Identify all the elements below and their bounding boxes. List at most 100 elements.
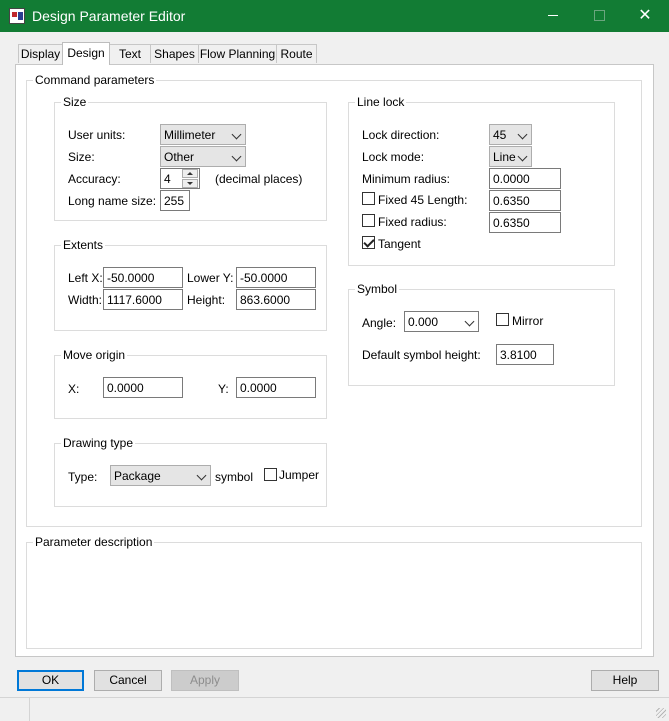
long-name-size-field[interactable]: 255: [160, 190, 190, 211]
design-parameter-editor-window: Design Parameter Editor ✕ Display Design…: [0, 0, 669, 721]
fixed-45-length-checkbox[interactable]: [362, 192, 375, 205]
default-symbol-height-value: 3.8100: [500, 348, 537, 362]
spin-down-icon[interactable]: [182, 179, 198, 188]
status-bar-divider: [29, 698, 30, 721]
minimum-radius-label: Minimum radius:: [362, 172, 451, 186]
ok-button[interactable]: OK: [17, 670, 84, 691]
drawing-type-value: Package: [114, 469, 161, 483]
lock-mode-label: Lock mode:: [362, 150, 425, 164]
width-field[interactable]: 1117.6000: [103, 289, 183, 310]
lock-mode-dropdown[interactable]: Line: [489, 146, 532, 167]
tab-flow-planning[interactable]: Flow Planning: [198, 44, 277, 63]
fixed-45-length-value: 0.6350: [493, 194, 530, 208]
extents-group: Extents Left X: -50.0000 Lower Y: -50.00…: [54, 238, 327, 331]
drawing-type-group-label: Drawing type: [61, 436, 136, 450]
resize-grip-icon[interactable]: [656, 708, 666, 718]
jumper-label: Jumper: [279, 468, 320, 482]
accuracy-stepper[interactable]: 4: [160, 168, 200, 189]
size-value: Other: [164, 150, 195, 164]
size-group: Size User units: Millimeter Size: Other …: [54, 95, 327, 221]
fixed-45-length-field[interactable]: 0.6350: [489, 190, 561, 211]
tab-route[interactable]: Route: [276, 44, 317, 63]
tab-text[interactable]: Text: [109, 44, 151, 63]
chevron-down-icon: [196, 470, 207, 481]
title-bar[interactable]: Design Parameter Editor ✕: [0, 0, 669, 32]
accuracy-label: Accuracy:: [68, 172, 121, 186]
mirror-checkbox[interactable]: [496, 313, 509, 326]
jumper-checkbox[interactable]: [264, 468, 277, 481]
parameter-description-group: Parameter description: [26, 535, 642, 649]
accuracy-hint: (decimal places): [215, 172, 303, 186]
tab-design[interactable]: Design: [62, 42, 110, 65]
spin-up-icon[interactable]: [182, 169, 198, 178]
angle-dropdown[interactable]: 0.000: [404, 311, 479, 332]
chevron-down-icon: [464, 316, 475, 327]
default-symbol-height-field[interactable]: 3.8100: [496, 344, 554, 365]
tangent-label: Tangent: [378, 237, 421, 251]
chevron-down-icon: [231, 151, 242, 162]
command-parameters-group: Command parameters Size User units: Mill…: [26, 73, 642, 527]
origin-y-label: Y:: [218, 382, 229, 396]
accuracy-spin-buttons[interactable]: [182, 169, 198, 188]
drawing-type-dropdown[interactable]: Package: [110, 465, 211, 486]
lower-y-label: Lower Y:: [187, 271, 234, 285]
origin-x-field[interactable]: 0.0000: [103, 377, 183, 398]
lock-mode-value: Line: [493, 150, 516, 164]
size-dropdown[interactable]: Other: [160, 146, 246, 167]
command-parameters-label: Command parameters: [33, 73, 157, 87]
symbol-suffix-label: symbol: [215, 470, 254, 484]
fixed-radius-label: Fixed radius:: [378, 215, 447, 229]
help-button[interactable]: Help: [591, 670, 659, 691]
move-origin-group-label: Move origin: [61, 348, 128, 362]
lock-direction-label: Lock direction:: [362, 128, 440, 142]
status-bar: [0, 697, 669, 721]
line-lock-group-label: Line lock: [355, 95, 407, 109]
width-label: Width:: [68, 293, 103, 307]
lower-y-value: -50.0000: [240, 271, 288, 285]
height-field[interactable]: 863.6000: [236, 289, 316, 310]
left-x-field[interactable]: -50.0000: [103, 267, 183, 288]
symbol-group-label: Symbol: [355, 282, 400, 296]
default-symbol-height-label: Default symbol height:: [362, 348, 481, 362]
minimum-radius-value: 0.0000: [493, 172, 530, 186]
mirror-label: Mirror: [512, 314, 544, 328]
lock-direction-dropdown[interactable]: 45: [489, 124, 532, 145]
app-icon: [9, 8, 25, 24]
tangent-checkbox[interactable]: [362, 236, 375, 249]
fixed-45-length-label: Fixed 45 Length:: [378, 193, 468, 207]
chevron-down-icon: [231, 129, 242, 140]
lower-y-field[interactable]: -50.0000: [236, 267, 316, 288]
width-value: 1117.6000: [107, 293, 162, 307]
angle-label: Angle:: [362, 316, 397, 330]
size-group-label: Size: [61, 95, 89, 109]
chevron-down-icon: [517, 151, 528, 162]
close-button[interactable]: ✕: [622, 0, 668, 32]
user-units-label: User units:: [68, 128, 126, 142]
drawing-type-group: Drawing type Type: Package symbol Jumper: [54, 436, 327, 507]
minimize-icon: [548, 15, 558, 17]
tab-shapes[interactable]: Shapes: [150, 44, 199, 63]
origin-x-label: X:: [68, 382, 80, 396]
angle-value: 0.000: [408, 315, 439, 329]
long-name-size-label: Long name size:: [68, 194, 157, 208]
minimize-button[interactable]: [530, 0, 576, 32]
maximize-button: [576, 0, 622, 32]
tab-display[interactable]: Display: [18, 44, 63, 63]
window-title: Design Parameter Editor: [32, 8, 186, 24]
fixed-radius-field[interactable]: 0.6350: [489, 212, 561, 233]
cancel-button[interactable]: Cancel: [94, 670, 162, 691]
user-units-dropdown[interactable]: Millimeter: [160, 124, 246, 145]
move-origin-group: Move origin X: 0.0000 Y: 0.0000: [54, 348, 327, 419]
extents-group-label: Extents: [61, 238, 106, 252]
height-value: 863.6000: [240, 293, 291, 307]
maximize-icon: [593, 10, 605, 22]
origin-y-field[interactable]: 0.0000: [236, 377, 316, 398]
left-x-value: -50.0000: [107, 271, 155, 285]
size-label: Size:: [68, 150, 95, 164]
origin-x-value: 0.0000: [107, 381, 144, 395]
drawing-type-label: Type:: [68, 470, 98, 484]
origin-y-value: 0.0000: [240, 381, 277, 395]
fixed-radius-checkbox[interactable]: [362, 214, 375, 227]
height-label: Height:: [187, 293, 226, 307]
minimum-radius-field[interactable]: 0.0000: [489, 168, 561, 189]
